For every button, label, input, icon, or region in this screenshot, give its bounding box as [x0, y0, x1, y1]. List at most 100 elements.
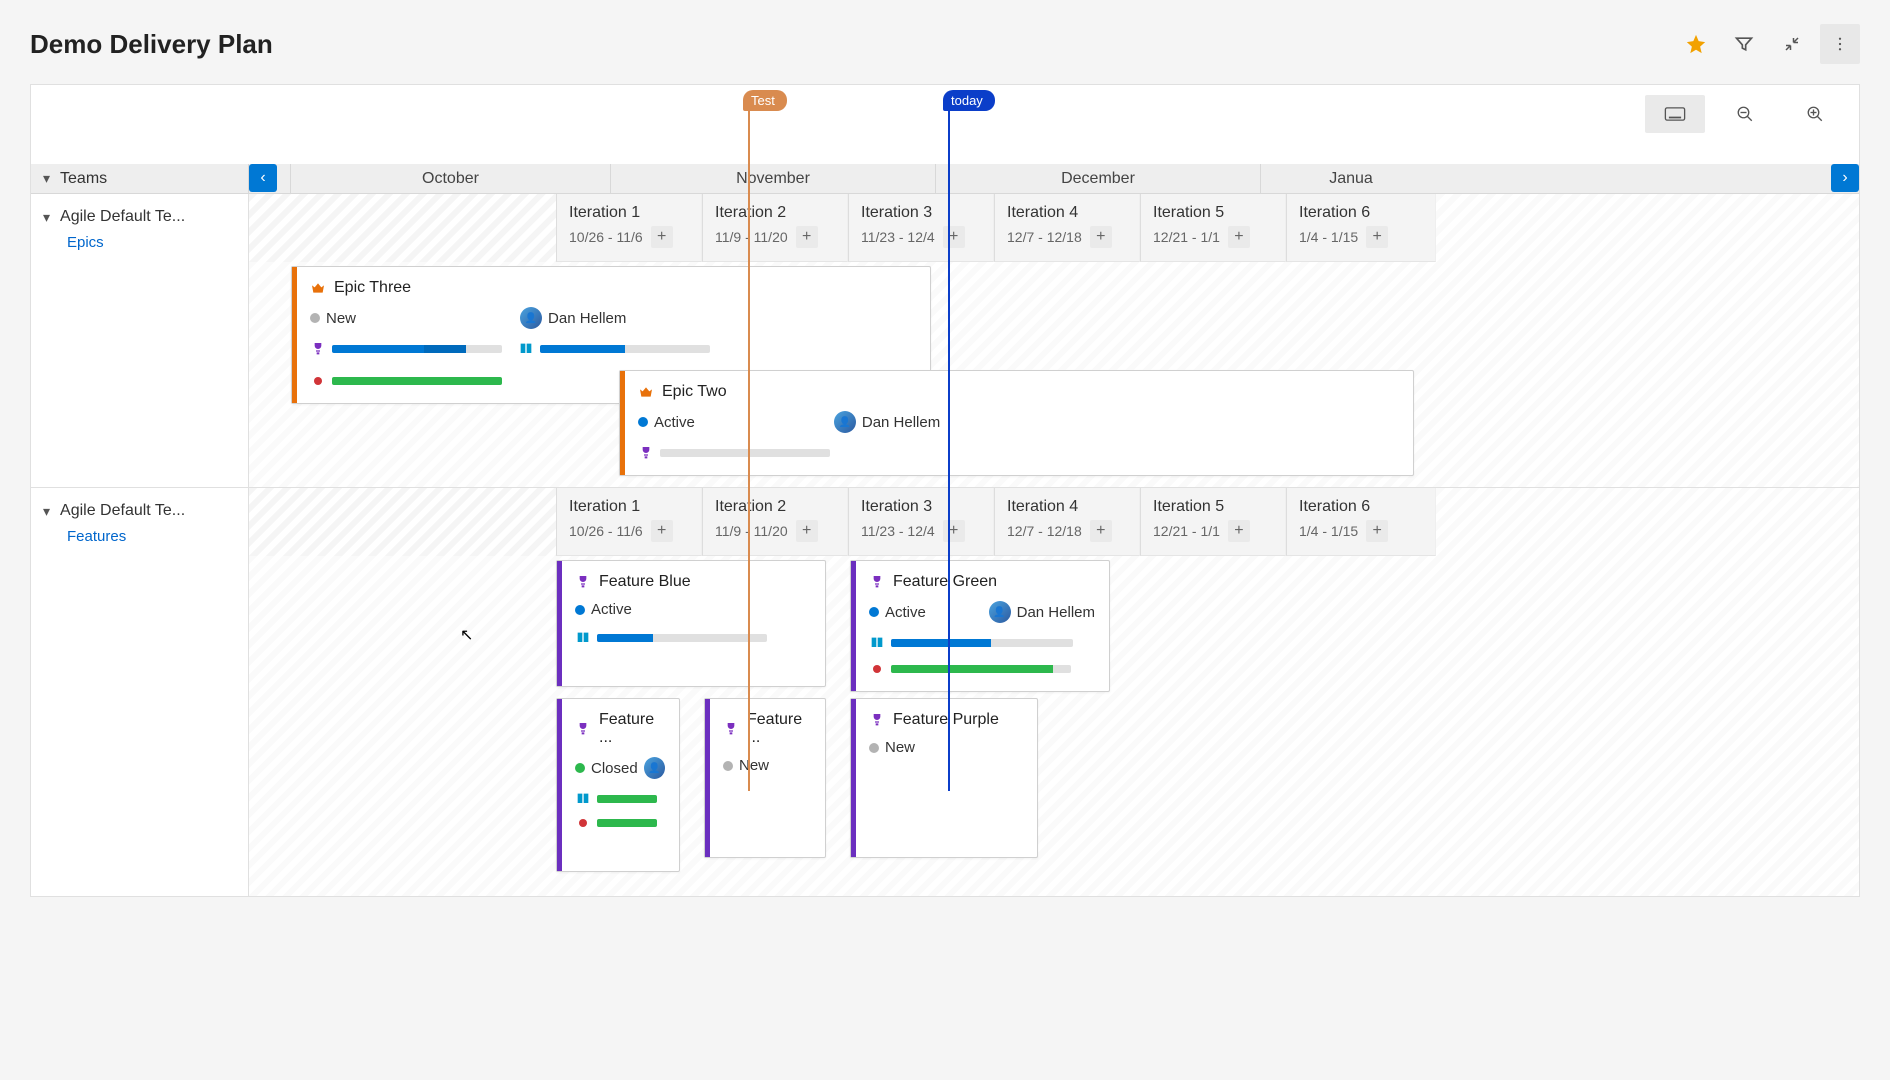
state-text: New: [739, 757, 769, 774]
page-title: Demo Delivery Plan: [30, 29, 273, 60]
add-item-button[interactable]: +: [1366, 226, 1388, 248]
add-item-button[interactable]: +: [1366, 520, 1388, 542]
status-dot: [575, 605, 585, 615]
iteration-5-header[interactable]: Iteration 5 12/21 - 1/1+: [1140, 488, 1286, 556]
avatar: 👤: [520, 307, 542, 329]
card-title-text: Feature Blue: [599, 573, 691, 591]
book-icon: [518, 341, 534, 357]
chevron-down-icon[interactable]: ▾: [43, 503, 50, 520]
team-name[interactable]: ▾ Agile Default Te...: [43, 502, 236, 520]
teams-column-header[interactable]: ▾ Teams: [31, 164, 249, 194]
rollup-bugs: [575, 815, 665, 831]
iteration-3-header[interactable]: Iteration 3 11/23 - 12/4+: [848, 488, 994, 556]
chevron-down-icon[interactable]: ▾: [43, 209, 50, 226]
trophy-icon: [723, 721, 739, 737]
header-actions: [1676, 24, 1860, 64]
rollup-row: [869, 635, 1095, 677]
marker-test[interactable]: Test: [743, 90, 787, 111]
features-cards-area: Feature Blue Active: [249, 556, 1859, 896]
collapse-button[interactable]: [1772, 24, 1812, 64]
team-content: Iteration 1 10/26 - 11/6+ Iteration 2 11…: [249, 194, 1859, 487]
rollup-stories: [575, 791, 665, 807]
card-feature-purple[interactable]: Feature Purple New: [850, 698, 1038, 858]
backlog-link-features[interactable]: Features: [67, 528, 236, 545]
card-accent: [705, 699, 710, 857]
card-epic-two[interactable]: Epic Two Active 👤 Dan Hellem: [619, 370, 1414, 476]
avatar: 👤: [834, 411, 856, 433]
iterations-row: Iteration 1 10/26 - 11/6+ Iteration 2 11…: [249, 488, 1859, 556]
favorite-button[interactable]: [1676, 24, 1716, 64]
assignee-text: Dan Hellem: [1017, 604, 1095, 621]
add-item-button[interactable]: +: [943, 520, 965, 542]
star-icon: [1685, 33, 1707, 55]
crown-icon: [638, 384, 654, 400]
card-title-text: Feature ...: [599, 711, 665, 747]
card-accent: [557, 561, 562, 686]
marker-today[interactable]: today: [943, 90, 995, 111]
iteration-4-header[interactable]: Iteration 4 12/7 - 12/18+: [994, 194, 1140, 262]
iteration-6-header[interactable]: Iteration 6 1/4 - 1/15+: [1286, 194, 1436, 262]
card-accent: [557, 699, 562, 871]
book-icon: [575, 630, 591, 646]
add-item-button[interactable]: +: [651, 226, 673, 248]
card-title-text: Epic Three: [334, 279, 411, 297]
filter-button[interactable]: [1724, 24, 1764, 64]
iteration-1-header[interactable]: Iteration 1 10/26 - 11/6+: [556, 194, 702, 262]
month-october: October: [291, 164, 611, 193]
status-dot: [575, 763, 585, 773]
card-accent: [851, 561, 856, 691]
status-dot: [723, 761, 733, 771]
trophy-icon: [575, 574, 591, 590]
trophy-icon: [869, 574, 885, 590]
rollup-stories: [575, 630, 767, 646]
card-feature-green[interactable]: Feature Green Active 👤 Dan Hellem: [850, 560, 1110, 692]
iteration-6-header[interactable]: Iteration 6 1/4 - 1/15+: [1286, 488, 1436, 556]
state-text: Active: [885, 604, 926, 621]
iteration-2-header[interactable]: Iteration 2 11/9 - 11/20+: [702, 194, 848, 262]
iteration-2-header[interactable]: Iteration 2 11/9 - 11/20+: [702, 488, 848, 556]
month-january: Janua: [1261, 164, 1441, 193]
kebab-icon: [1831, 35, 1849, 53]
add-item-button[interactable]: +: [943, 226, 965, 248]
backlog-link-epics[interactable]: Epics: [67, 234, 236, 251]
avatar: 👤: [644, 757, 665, 779]
trophy-icon: [575, 721, 591, 737]
state-text: New: [885, 739, 915, 756]
add-item-button[interactable]: +: [1090, 226, 1112, 248]
add-item-button[interactable]: +: [1228, 520, 1250, 542]
scroll-left-button[interactable]: ‹: [249, 164, 277, 192]
card-feature-blue[interactable]: Feature Blue Active: [556, 560, 826, 687]
assignee-text: Dan Hellem: [548, 310, 626, 327]
rollup-stories: [518, 341, 710, 357]
add-item-button[interactable]: +: [1090, 520, 1112, 542]
bug-icon: [310, 373, 326, 389]
iteration-5-header[interactable]: Iteration 5 12/21 - 1/1+: [1140, 194, 1286, 262]
add-item-button[interactable]: +: [796, 520, 818, 542]
team-name[interactable]: ▾ Agile Default Te...: [43, 208, 236, 226]
book-icon: [869, 635, 885, 651]
trophy-icon: [310, 341, 326, 357]
more-button[interactable]: [1820, 24, 1860, 64]
rollup-row: [638, 445, 1399, 461]
add-item-button[interactable]: +: [651, 520, 673, 542]
iteration-1-header[interactable]: Iteration 1 10/26 - 11/6+: [556, 488, 702, 556]
trophy-icon: [638, 445, 654, 461]
card-feature-new[interactable]: Feature ... New: [704, 698, 826, 858]
state-text: New: [326, 310, 356, 327]
card-accent: [292, 267, 297, 403]
chevron-down-icon[interactable]: ▾: [43, 170, 50, 187]
rollup-row: [575, 630, 811, 646]
team-row-epics: ▾ Agile Default Te... Epics Iteration 1 …: [31, 194, 1859, 488]
add-item-button[interactable]: +: [1228, 226, 1250, 248]
scroll-right-button[interactable]: ›: [1831, 164, 1859, 192]
iteration-4-header[interactable]: Iteration 4 12/7 - 12/18+: [994, 488, 1140, 556]
card-title-text: Feature Green: [893, 573, 997, 591]
delivery-plan-board: Test today ▾ Teams ‹ October November De…: [30, 84, 1860, 897]
team-content: Iteration 1 10/26 - 11/6+ Iteration 2 11…: [249, 488, 1859, 896]
iteration-3-header[interactable]: Iteration 3 11/23 - 12/4+: [848, 194, 994, 262]
marker-today-line: [948, 111, 950, 791]
card-feature-closed[interactable]: Feature ... Closed 👤: [556, 698, 680, 872]
rollup-features: [310, 341, 502, 357]
add-item-button[interactable]: +: [796, 226, 818, 248]
team-sidebar: ▾ Agile Default Te... Epics: [31, 194, 249, 487]
